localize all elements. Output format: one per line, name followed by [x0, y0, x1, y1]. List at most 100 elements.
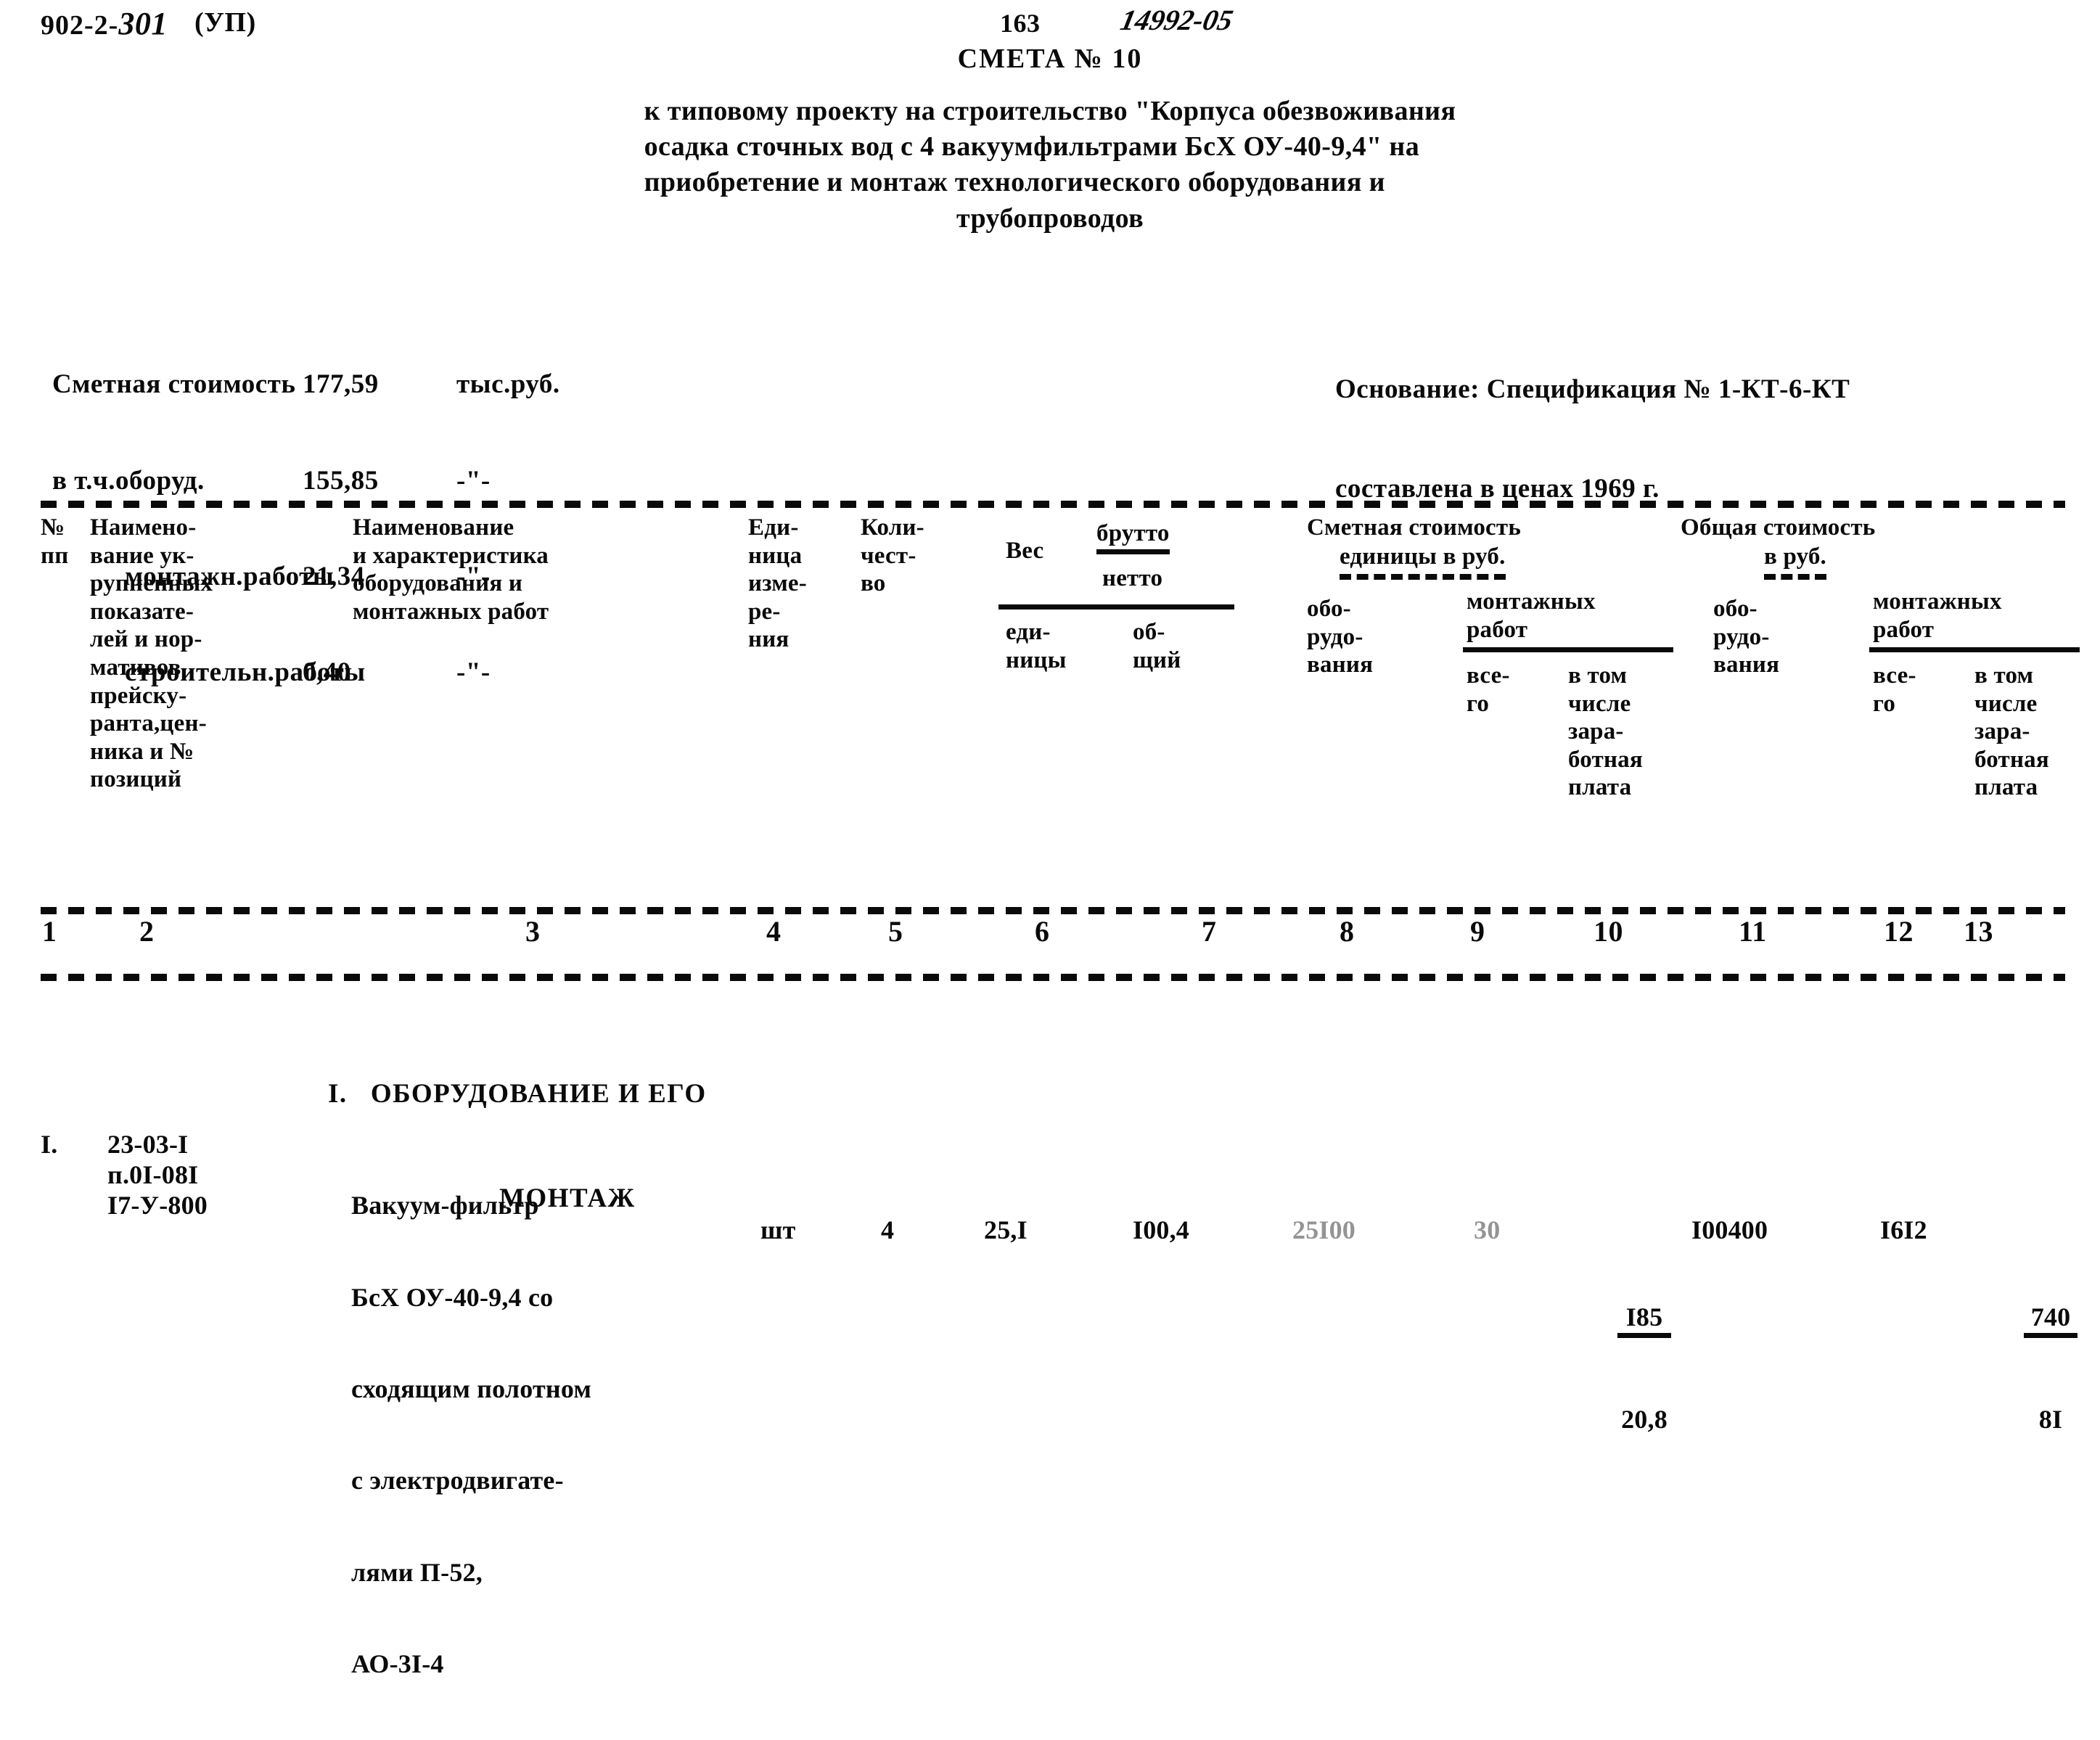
column-header-weight-total: об- щий	[1133, 619, 1181, 673]
column-group-total-install: монтажных работ	[1873, 588, 2002, 644]
column-number-13: 13	[1964, 915, 1993, 948]
total-cost-sub-text: в руб.	[1764, 543, 1827, 580]
column-number-6: 6	[1035, 915, 1050, 948]
archive-number-handwritten: 14992-05	[1117, 4, 1236, 36]
title-line-3: приобретение и монтаж технологического о…	[644, 167, 1385, 198]
title-line-2: осадка сточных вод с 4 вакуумфильтрами Б…	[644, 131, 1420, 162]
row-unit-cost-install-total: 30	[1474, 1215, 1501, 1244]
row-unit: шт	[760, 1215, 796, 1244]
summary-value: 177,59	[303, 369, 379, 400]
table-header-row: № пп Наимено- вание ук- рупненных показа…	[41, 508, 2080, 907]
total-wage-fraction: 740 8I	[2024, 1241, 2078, 1495]
column-number-9: 9	[1470, 915, 1485, 948]
section-heading-line-2: МОНТАЖ	[499, 1183, 636, 1214]
project-code: 902-2-301	[41, 6, 168, 41]
table-header-border	[41, 907, 2065, 914]
total-wage-numerator: 740	[2024, 1302, 2078, 1339]
document-page: 902-2-301 (УП) 163 14992-05 СМЕТА № 10 к…	[0, 0, 2100, 1678]
column-header-no: № пп	[41, 514, 69, 569]
unit-cost-install-rule	[1463, 647, 1673, 652]
section-heading-line-1: I. ОБОРУДОВАНИЕ И ЕГО	[328, 1077, 2100, 1112]
row-unit-cost-install-wage: I85 20,8	[1578, 1210, 1671, 1526]
summary-label: в т.ч.оборуд.	[52, 465, 205, 496]
row-description-line-2: БсХ ОУ-40-9,4 со	[351, 1282, 554, 1312]
column-group-total-cost: Общая стоимость	[1681, 514, 1876, 541]
basis-line-1: Основание: Спецификация № 1-КТ-6-КТ	[1335, 374, 1850, 404]
unit-cost-install-group-text: монтажных работ	[1467, 588, 1596, 643]
column-header-unit: Еди- ница изме- ре- ния	[748, 514, 807, 653]
weight-gross-text: брутто	[1096, 520, 1170, 554]
row-unit-cost-equipment: 25I00	[1292, 1215, 1356, 1244]
weight-group-rule	[998, 604, 1234, 610]
column-header-unit-cost-install-wage: в том числе зара- ботная плата	[1568, 662, 1643, 801]
summary-row: Сметная стоимость 177,59 тыс.руб.	[52, 368, 560, 401]
table-numbers-border	[41, 974, 2065, 981]
column-number-2: 2	[139, 915, 155, 948]
column-header-total-install-total: все- го	[1873, 662, 1916, 717]
row-description-line-6: АО-3I-4	[351, 1649, 444, 1678]
title-line-4: трубопроводов	[956, 202, 1144, 234]
column-number-7: 7	[1202, 915, 1217, 948]
column-header-weight-label: Вес	[1006, 538, 1044, 564]
title-line-1: к типовому проекту на строительство "Кор…	[644, 95, 1456, 126]
row-description-line-3: сходящим полотном	[351, 1374, 592, 1403]
title-subtitle: к типовому проекту на строительство "Кор…	[644, 94, 1456, 237]
row-total-install-total: I6I2	[1880, 1215, 1927, 1244]
column-header-total-install-wage: в том числе зара- ботная плата	[1974, 662, 2049, 801]
column-group-unit-cost: Сметная стоимость	[1307, 514, 1521, 541]
row-total-install-wage: 740 8I	[1984, 1210, 2078, 1526]
row-weight-unit: 25,I	[984, 1215, 1028, 1244]
row-number: I.	[41, 1130, 58, 1159]
column-number-10: 10	[1594, 915, 1623, 948]
row-quantity: 4	[881, 1215, 895, 1244]
column-header-total-equipment: обо- рудо- вания	[1713, 596, 1780, 678]
total-install-group-text: монтажных работ	[1873, 588, 2002, 643]
row-weight-total: I00,4	[1133, 1215, 1190, 1244]
column-group-unit-cost-sub: единицы в руб.	[1340, 543, 1506, 580]
row-description-line-4: с электродвигате-	[351, 1466, 564, 1495]
column-number-3: 3	[525, 915, 541, 948]
column-header-description: Наименование и характеристика оборудован…	[353, 514, 549, 625]
column-group-unit-cost-install: монтажных работ	[1467, 588, 1596, 644]
document-title: СМЕТА № 10	[957, 44, 1143, 74]
column-number-5: 5	[888, 915, 903, 948]
section-heading: I. ОБОРУДОВАНИЕ И ЕГО МОНТАЖ	[0, 1007, 2100, 1286]
summary-value: 155,85	[303, 465, 379, 496]
stage-mark: (УП)	[194, 7, 256, 38]
row-code: 23-03-I п.0I-08I I7-У-800	[107, 1130, 208, 1220]
row-description: Вакуум-фильтр БсХ ОУ-40-9,4 со сходящим …	[351, 1129, 591, 1740]
title-block: СМЕТА № 10 к типовому проекту на строите…	[0, 44, 2100, 237]
column-header-unit-cost-equipment: обо- рудо- вания	[1307, 596, 1374, 678]
section-title-text: ОБОРУДОВАНИЕ И ЕГО	[370, 1079, 707, 1109]
row-total-equipment: I00400	[1691, 1215, 1768, 1244]
column-number-12: 12	[1884, 915, 1914, 948]
unit-cost-wage-numerator: I85	[1617, 1302, 1671, 1339]
column-number-4: 4	[766, 915, 782, 948]
section-number: I.	[328, 1079, 348, 1109]
unit-cost-wage-denominator: 20,8	[1621, 1404, 1668, 1434]
summary-unit: -"-	[456, 465, 491, 496]
column-header-weight-gross: брутто	[1096, 520, 1170, 554]
summary-label: Сметная стоимость	[52, 369, 296, 400]
column-header-weight-net: нетто	[1102, 565, 1162, 593]
column-number-row: 1 2 3 4 5 6 7 8 9 10 11 12 13	[41, 914, 2065, 974]
summary-row: в т.ч.оборуд. 155,85 -"-	[52, 464, 560, 497]
column-header-weight-unit: еди- ницы	[1006, 619, 1067, 673]
weight-net-text: нетто	[1102, 565, 1163, 591]
total-install-rule	[1869, 647, 2080, 652]
page-number: 163	[1000, 9, 1041, 38]
project-code-typed: 902-2-	[41, 10, 119, 41]
column-group-total-cost-sub: в руб.	[1764, 543, 1827, 580]
estimate-table: № пп Наимено- вание ук- рупненных показа…	[41, 501, 2080, 981]
column-number-8: 8	[1340, 915, 1355, 948]
column-header-unit-cost-install-total: все- го	[1467, 662, 1510, 717]
column-header-indicator: Наимено- вание ук- рупненных показате- л…	[90, 514, 213, 793]
total-wage-denominator: 8I	[2038, 1404, 2063, 1434]
row-description-line-1: Вакуум-фильтр	[351, 1191, 539, 1220]
project-code-handwritten: 301	[118, 6, 168, 41]
unit-cost-sub-text: единицы в руб.	[1340, 543, 1506, 580]
table-top-border	[41, 501, 2065, 508]
column-number-1: 1	[42, 915, 57, 948]
column-number-11: 11	[1739, 915, 1767, 948]
row-description-line-5: лями П-52,	[351, 1557, 483, 1587]
